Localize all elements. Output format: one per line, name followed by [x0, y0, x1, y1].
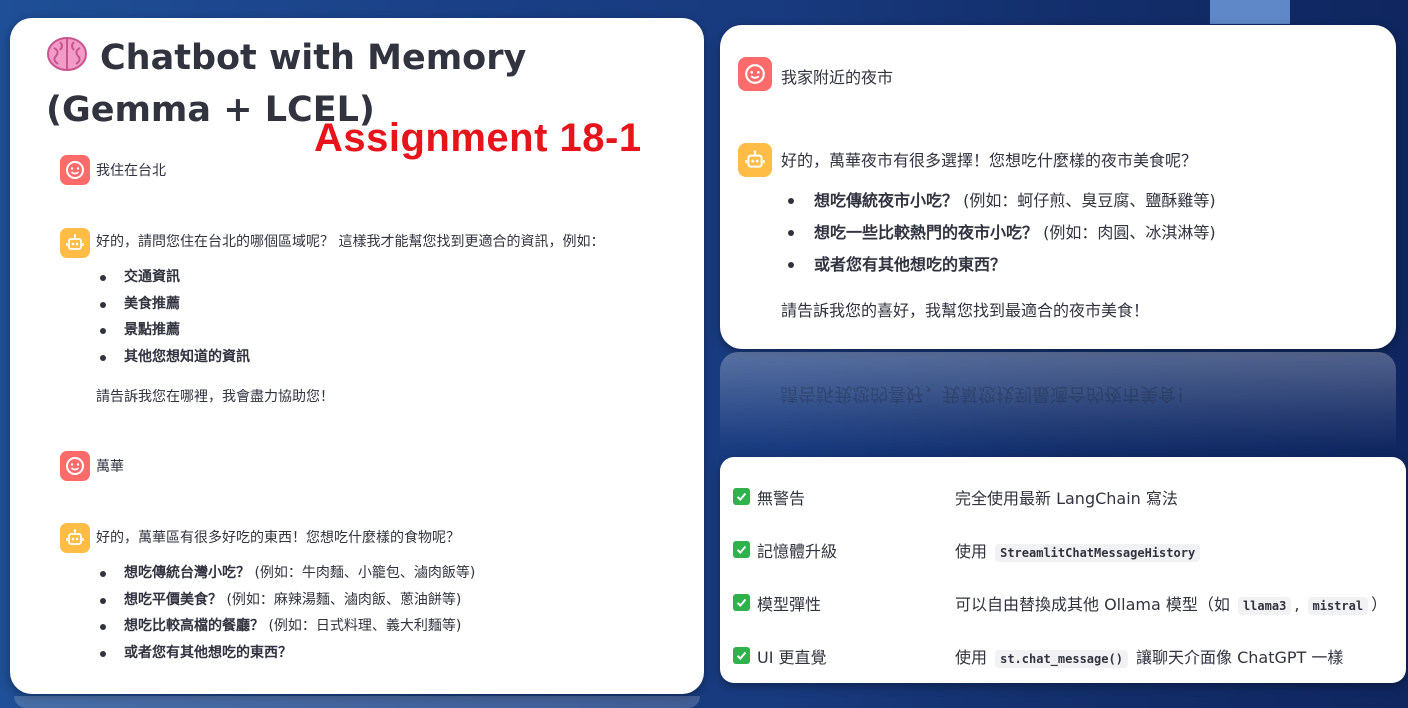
feature-name: 模型彈性	[757, 594, 822, 614]
decorative-blue-block	[1210, 0, 1290, 24]
user-avatar	[60, 155, 90, 185]
robot-icon	[66, 234, 84, 250]
panel-reflection: 請告訴我您的喜好，我幫您找到最適合的夜市美食！	[720, 352, 1396, 450]
assistant-message-outro: 請告訴我您的喜好，我幫您找到最適合的夜市美食！	[781, 301, 1150, 320]
list-item: 交通資訊	[98, 264, 250, 291]
feature-name: UI 更直覺	[757, 647, 827, 667]
assistant-message-intro: 好的，萬華夜市有很多選擇！您想吃什麼樣的夜市美食呢？	[781, 151, 1198, 170]
inline-code: st.chat_message()	[995, 649, 1128, 668]
table-row: 模型彈性 可以自由替換成其他 Ollama 模型（如 llama3, mistr…	[720, 576, 1406, 629]
assistant-bullet-list: 交通資訊 美食推薦 景點推薦 其他您想知道的資訊	[98, 264, 250, 370]
user-avatar	[738, 57, 772, 91]
list-item: 想吃一些比較熱門的夜市小吃？ (例如：肉圓、冰淇淋等)	[782, 217, 1216, 249]
user-message: 我家附近的夜市	[781, 68, 894, 87]
brain-icon	[46, 36, 88, 74]
reflection-text: 請告訴我您的喜好，我幫您找到最適合的夜市美食！	[780, 383, 1194, 404]
table-row: UI 更直覺 使用 st.chat_message() 讓聊天介面像 ChatG…	[720, 629, 1406, 682]
assistant-avatar	[60, 523, 90, 553]
assistant-message-intro: 好的，請問您住在台北的哪個區域呢？ 這樣我才能幫您找到更適合的資訊，例如：	[96, 234, 605, 250]
feature-description: 完全使用最新 LangChain 寫法	[955, 488, 1178, 508]
assistant-avatar	[60, 228, 90, 258]
smiley-face-icon	[745, 64, 765, 84]
smiley-face-icon	[66, 161, 84, 179]
feature-name: 記憶體升級	[757, 541, 838, 561]
assistant-avatar	[738, 143, 772, 177]
assistant-message-intro: 好的，萬華區有很多好吃的東西！您想吃什麼樣的食物呢？	[96, 530, 460, 546]
assignment-label: Assignment 18-1	[314, 116, 642, 160]
checkmark-icon	[733, 541, 750, 558]
feature-description: 使用 StreamlitChatMessageHistory	[955, 538, 1203, 562]
assistant-message-outro: 請告訴我您在哪裡，我會盡力協助您！	[96, 389, 334, 405]
panel-reflection	[14, 696, 700, 708]
assistant-bullet-list: 想吃傳統台灣小吃？ (例如：牛肉麵、小籠包、滷肉飯等) 想吃平價美食？ (例如：…	[98, 560, 475, 666]
feature-description: 可以自由替換成其他 Ollama 模型（如 llama3, mistral）	[955, 594, 1388, 615]
smiley-face-icon	[66, 457, 84, 475]
robot-icon	[66, 529, 84, 545]
chat-panel-right: 我家附近的夜市 好的，萬華夜市有很多選擇！您想吃什麼樣的夜市美食呢？ 想吃傳統夜…	[720, 25, 1396, 349]
list-item: 想吃傳統夜市小吃？ (例如：蚵仔煎、臭豆腐、鹽酥雞等)	[782, 185, 1216, 217]
inline-code: StreamlitChatMessageHistory	[995, 543, 1201, 562]
list-item: 想吃傳統台灣小吃？ (例如：牛肉麵、小籠包、滷肉飯等)	[98, 560, 475, 587]
user-avatar	[60, 451, 90, 481]
list-item: 或者您有其他想吃的東西？	[98, 640, 475, 667]
feature-table: 無警告 完全使用最新 LangChain 寫法 記憶體升級 使用 Streaml…	[720, 457, 1406, 683]
table-row: 無警告 完全使用最新 LangChain 寫法	[720, 470, 1406, 523]
table-row: 記憶體升級 使用 StreamlitChatMessageHistory	[720, 523, 1406, 576]
checkmark-icon	[733, 647, 750, 664]
checkmark-icon	[733, 488, 750, 505]
list-item: 景點推薦	[98, 317, 250, 344]
chat-panel-left: Chatbot with Memory (Gemma + LCEL) Assig…	[10, 18, 704, 694]
inline-code: mistral	[1307, 596, 1369, 615]
list-item: 想吃比較高檔的餐廳？ (例如：日式料理、義大利麵等)	[98, 613, 475, 640]
inline-code: llama3	[1237, 596, 1292, 615]
list-item: 或者您有其他想吃的東西？	[782, 249, 1216, 281]
list-item: 美食推薦	[98, 291, 250, 318]
checkmark-icon	[733, 594, 750, 611]
list-item: 其他您想知道的資訊	[98, 344, 250, 371]
assistant-bullet-list: 想吃傳統夜市小吃？ (例如：蚵仔煎、臭豆腐、鹽酥雞等) 想吃一些比較熱門的夜市小…	[782, 185, 1216, 281]
feature-name: 無警告	[757, 488, 806, 508]
list-item: 想吃平價美食？ (例如：麻辣湯麵、滷肉飯、蔥油餅等)	[98, 587, 475, 614]
user-message: 我住在台北	[96, 163, 166, 179]
robot-icon	[745, 150, 765, 168]
user-message: 萬華	[96, 459, 124, 475]
feature-description: 使用 st.chat_message() 讓聊天介面像 ChatGPT 一樣	[955, 647, 1344, 668]
